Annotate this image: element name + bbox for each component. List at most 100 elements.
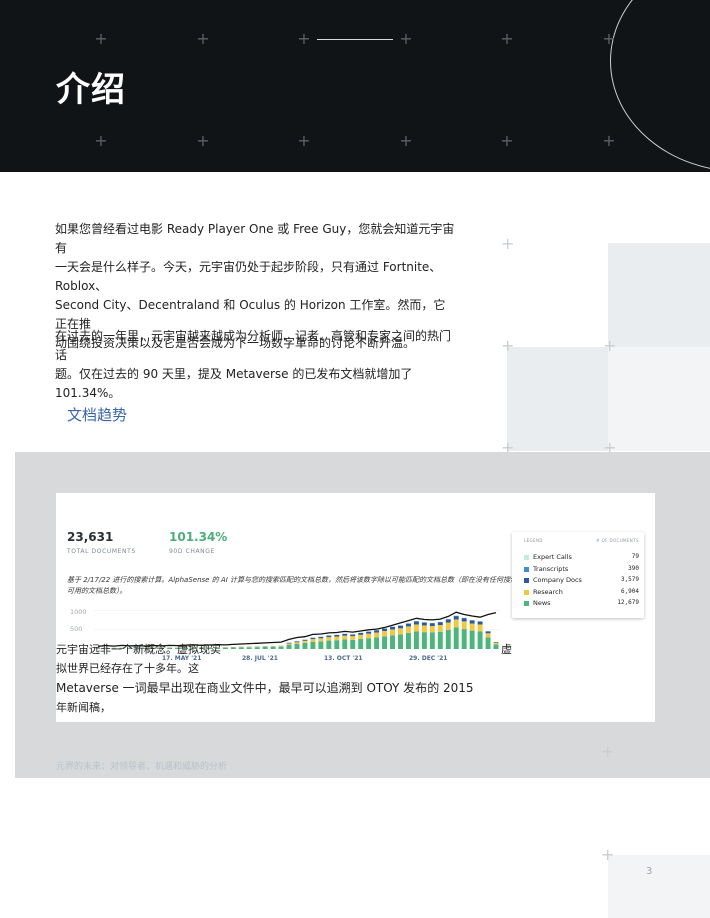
legend-item: Transcripts 390 (524, 564, 639, 574)
y-tick-label: 1000 (70, 608, 87, 616)
plus-icon: + (94, 29, 108, 48)
header-band: + + + + + + + + + + + + 介绍 (0, 0, 710, 172)
bar-segment (453, 616, 459, 620)
bar-segment (437, 625, 443, 632)
overlay-text-fragment: 虚 (501, 643, 512, 656)
total-documents-value: 23,631 (67, 530, 114, 544)
plus-icon: + (94, 131, 108, 150)
bar-segment (405, 626, 411, 633)
legend-item: Expert Calls 79 (524, 552, 639, 562)
bar-segment (374, 630, 380, 633)
page-number: 3 (646, 866, 653, 877)
overlay-text-line: 拟世界已经存在了十多年。这 (56, 662, 199, 675)
plus-icon: + (501, 336, 515, 355)
bar-segment (461, 618, 467, 622)
bar-segment (334, 634, 340, 637)
chart-legend: LEGEND # OF DOCUMENTS Expert Calls 79 Tr… (512, 532, 644, 618)
text-line: 101.34%。 (55, 386, 121, 400)
document-trend-card: 23,631 TOTAL DOCUMENTS 101.34% 90D CHANG… (56, 493, 655, 722)
overlay-text-line: 年新闻稿， (56, 701, 111, 714)
change-value: 101.34% (169, 530, 228, 544)
text-line: 一天会是什么样子。今天，元宇宙仍处于起步阶段，只有通过 Fortnite、 (55, 260, 442, 274)
bar-segment (477, 631, 483, 649)
legend-swatch (524, 555, 529, 560)
bar-segment (342, 635, 348, 640)
plus-icon: + (297, 131, 311, 150)
legend-swatch (524, 589, 529, 595)
plus-icon: + (601, 845, 615, 864)
bar-segment (374, 632, 380, 638)
decorative-arc (610, 0, 710, 172)
bar-segment (413, 624, 419, 632)
plus-icon: + (501, 234, 515, 253)
bar-segment (318, 636, 324, 639)
plus-icon: + (500, 131, 514, 150)
legend-item-label: Transcripts (533, 564, 569, 573)
legend-swatch (524, 566, 529, 572)
legend-item: Company Docs 3,579 (524, 575, 639, 585)
decorative-square (608, 347, 710, 451)
bar-segment (405, 623, 411, 627)
page-title: 介绍 (56, 70, 126, 110)
plus-icon: + (601, 742, 615, 761)
bar-segment (461, 621, 467, 630)
decorative-square (608, 243, 710, 347)
plus-icon: + (603, 336, 617, 355)
legend-item-label: Expert Calls (533, 553, 572, 561)
document-footer: 元界的未来：对领导者、机遇和威胁的分析 (56, 762, 228, 772)
plus-icon: + (196, 29, 210, 48)
bar-segment (358, 632, 364, 635)
bar-segment (429, 626, 435, 633)
plus-icon: + (602, 131, 616, 150)
bar-segment (326, 635, 332, 638)
plus-icon: + (399, 29, 413, 48)
bar-segment (429, 623, 435, 626)
legend-header: # OF DOCUMENTS (596, 538, 639, 543)
bar-segment (445, 619, 451, 623)
legend-item-label: Company Docs (533, 576, 582, 584)
bar-segment (437, 622, 443, 626)
decorative-square (507, 347, 608, 451)
bar-segment (382, 630, 388, 637)
bar-segment (350, 634, 356, 637)
bar-segment (366, 631, 372, 634)
total-documents-label: TOTAL DOCUMENTS (67, 548, 136, 555)
legend-item-value: 79 (631, 553, 639, 560)
bar-segment (485, 637, 491, 649)
bar-segment (493, 642, 499, 645)
bar-segment (485, 633, 491, 638)
decorative-line (317, 39, 393, 40)
plus-icon: + (196, 131, 210, 150)
plus-icon: + (399, 131, 413, 150)
legend-swatch (524, 578, 529, 583)
plus-icon: + (602, 29, 616, 48)
bar-segment (310, 637, 316, 640)
legend-item-value: 3,579 (620, 576, 639, 583)
bar-segment (398, 625, 403, 629)
change-label: 90D CHANGE (169, 548, 215, 555)
bar-segment (390, 627, 395, 630)
plus-icon: + (500, 29, 514, 48)
legend-swatch (524, 601, 529, 606)
legend-item-value: 12,679 (617, 599, 639, 606)
overlay-text-line: Metaverse 一词最早出现在商业文件中，最早可以追溯到 OTOY 发布的 … (56, 681, 474, 695)
text-line: 如果您曾经看过电影 Ready Player One 或 Free Guy，您就… (55, 222, 455, 255)
legend-item: News 12,679 (524, 598, 639, 608)
legend-item: Research 6,904 (524, 587, 639, 597)
text-line: 题。仅在过去的 90 天里，提及 Metaverse 的已发布文档就增加了 (55, 367, 413, 381)
decorative-square (608, 855, 710, 918)
bar-segment (358, 634, 364, 640)
bar-segment (382, 628, 388, 631)
bar-segment (477, 621, 483, 625)
bar-segment (445, 622, 451, 630)
bar-segment (469, 623, 475, 631)
legend-item-label: Research (533, 587, 563, 596)
legend-item-value: 6,904 (620, 587, 639, 595)
section-heading: 文档趋势 (67, 406, 128, 424)
text-line: Roblox、 (55, 279, 108, 293)
plus-icon: + (297, 29, 311, 48)
bar-segment (453, 619, 459, 628)
bar-segment (342, 633, 348, 636)
y-tick-label: 500 (70, 625, 82, 633)
intro-paragraph-2: 在过去的一年里，元宇宙越来越成为分析师、记者、高管和专家之间的热门话 题。仅在过… (55, 327, 455, 403)
